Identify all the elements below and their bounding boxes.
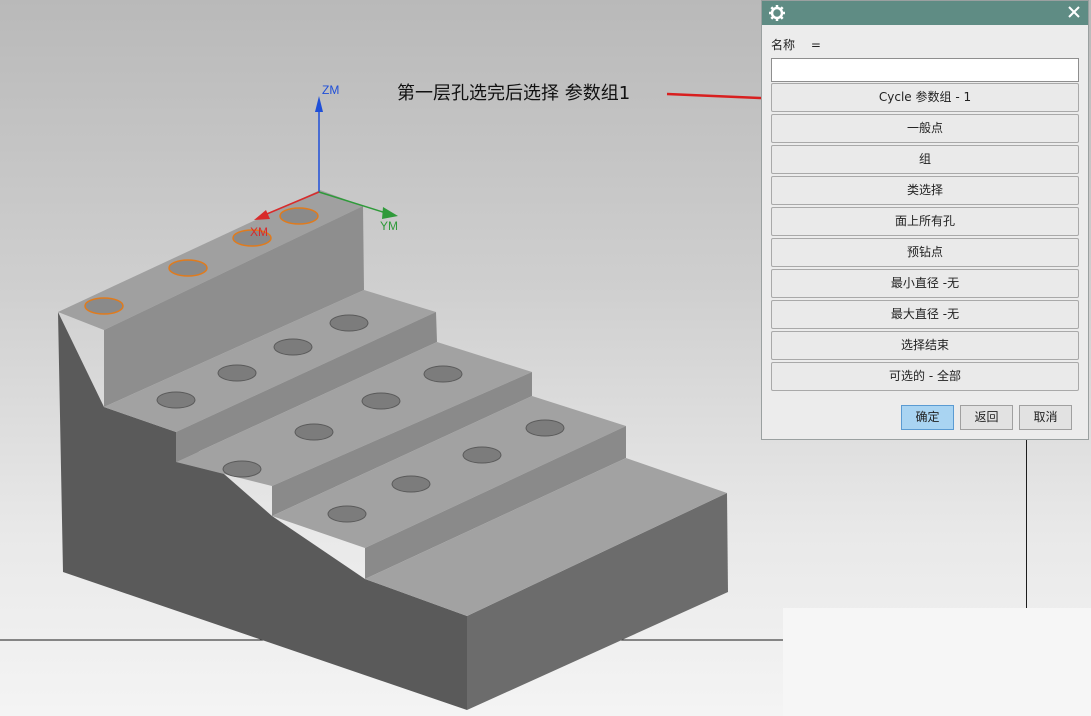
ok-button[interactable]: 确定 [901,405,954,430]
dialog-titlebar[interactable] [762,1,1088,25]
cycle-param-group-button[interactable]: Cycle 参数组 - 1 [771,83,1079,112]
name-equals: = [810,38,821,52]
axis-x-label: XM [250,225,268,239]
blank-region [783,608,1091,716]
max-diameter-button[interactable]: 最大直径 -无 [771,300,1079,329]
axis-y-label: YM [380,219,398,233]
min-diameter-button[interactable]: 最小直径 -无 [771,269,1079,298]
divider-line [1026,440,1027,608]
predrill-points-button[interactable]: 预钻点 [771,238,1079,267]
name-input[interactable] [771,58,1079,82]
back-button[interactable]: 返回 [960,405,1013,430]
close-icon[interactable] [1066,4,1082,20]
cancel-button[interactable]: 取消 [1019,405,1072,430]
class-select-button[interactable]: 类选择 [771,176,1079,205]
name-row: 名称 = [771,36,833,53]
general-point-button[interactable]: 一般点 [771,114,1079,143]
point-select-dialog: 名称 = Cycle 参数组 - 1 一般点 组 类选择 面上所有孔 预钻点 最… [761,0,1089,440]
gear-icon [769,5,785,21]
all-holes-on-face-button[interactable]: 面上所有孔 [771,207,1079,236]
annotation-text: 第一层孔选完后选择 参数组1 [397,83,631,104]
axis-z-label: ZM [322,83,339,97]
group-button[interactable]: 组 [771,145,1079,174]
selectable-all-button[interactable]: 可选的 - 全部 [771,362,1079,391]
end-selection-button[interactable]: 选择结束 [771,331,1079,360]
name-label: 名称 [771,38,796,52]
